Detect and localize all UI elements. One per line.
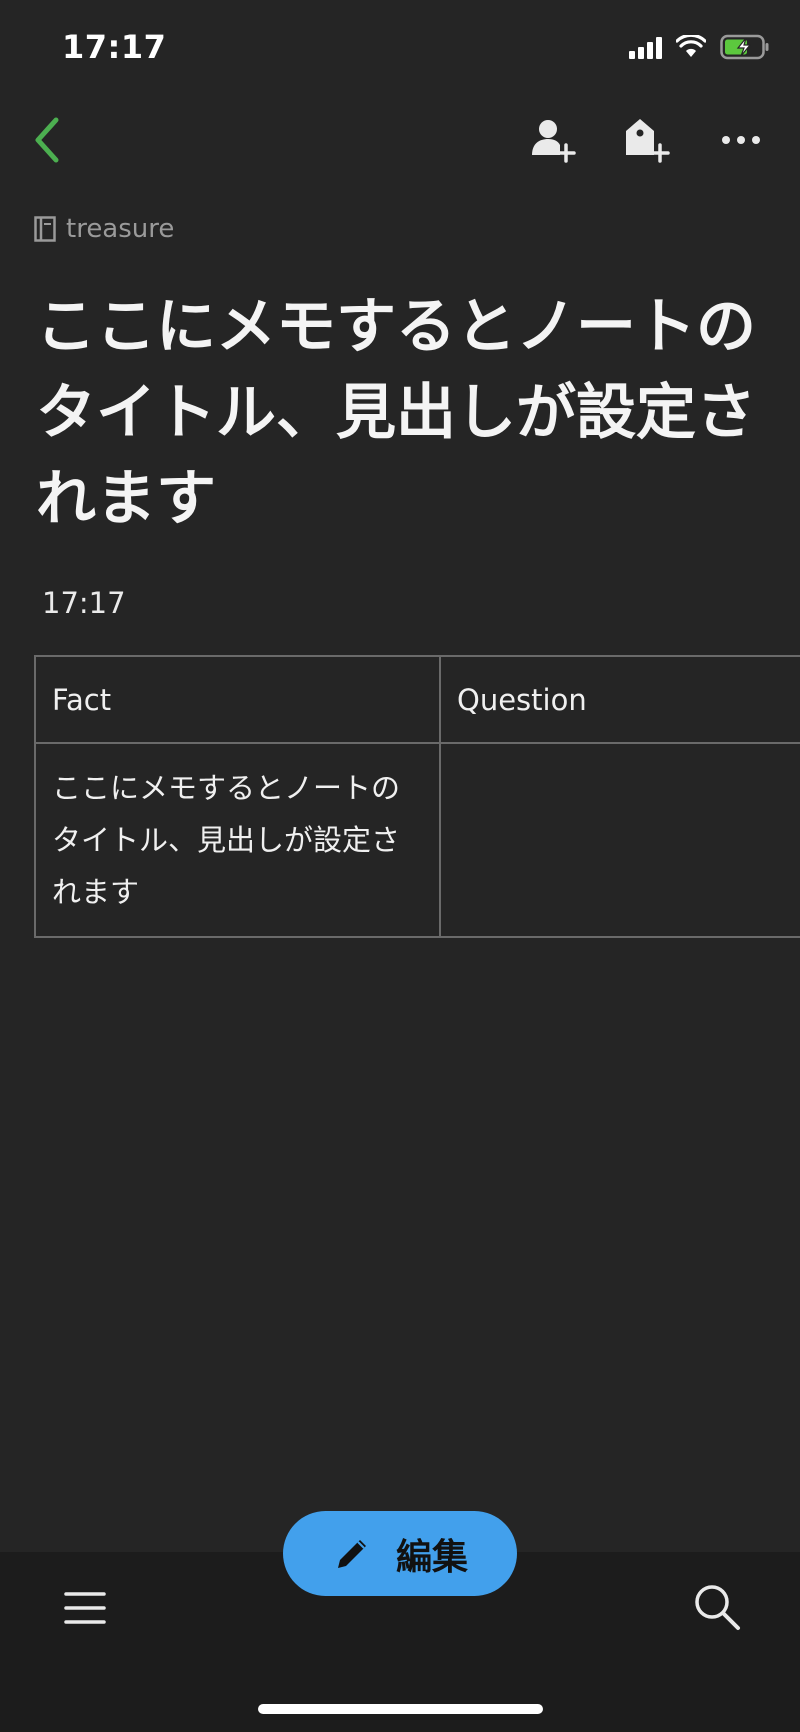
notebook-icon — [34, 216, 56, 242]
battery-charging-icon — [720, 34, 769, 60]
table-header-row: Fact Question — [34, 655, 800, 744]
search-button[interactable] — [692, 1582, 742, 1632]
chevron-left-icon — [35, 117, 59, 163]
table-cell[interactable]: ここにメモするとノートのタイトル、見出しが設定されます — [34, 742, 441, 938]
nav-actions — [528, 112, 766, 168]
status-bar: 17:17 — [0, 0, 800, 100]
add-person-icon — [532, 120, 576, 163]
cellular-signal-icon — [629, 35, 662, 59]
edit-button[interactable]: 編集 — [283, 1511, 517, 1596]
status-time: 17:17 — [62, 28, 167, 66]
note-timestamp: 17:17 — [42, 586, 126, 620]
edit-label: 編集 — [395, 1536, 468, 1578]
note-title[interactable]: ここにメモするとノートのタイトル、見出しが設定されます — [36, 284, 766, 542]
more-icon — [722, 136, 760, 144]
pencil-icon — [337, 1539, 366, 1568]
notebook-link[interactable]: treasure — [34, 214, 174, 244]
wifi-icon — [676, 35, 706, 57]
home-indicator — [258, 1704, 543, 1714]
back-button[interactable] — [28, 112, 68, 168]
status-icons — [629, 34, 770, 60]
search-icon — [695, 1585, 740, 1630]
table-header-cell[interactable]: Question — [439, 655, 800, 744]
share-button[interactable] — [528, 112, 578, 168]
notebook-name: treasure — [66, 214, 175, 244]
hamburger-menu-icon — [64, 1592, 106, 1624]
menu-button[interactable] — [62, 1585, 108, 1631]
table-row: ここにメモするとノートのタイトル、見出しが設定されます — [34, 742, 800, 938]
table-cell[interactable] — [439, 742, 800, 938]
note-table[interactable]: Fact Question ここにメモするとノートのタイトル、見出しが設定されま… — [34, 655, 800, 938]
note-screen: 17:17 treasure ここにメモするとノートのタイトル、見出しが設定され… — [0, 0, 800, 1732]
add-tag-icon — [626, 119, 670, 163]
more-options-button[interactable] — [716, 112, 766, 168]
add-tag-button[interactable] — [622, 112, 672, 168]
table-header-cell[interactable]: Fact — [34, 655, 441, 744]
